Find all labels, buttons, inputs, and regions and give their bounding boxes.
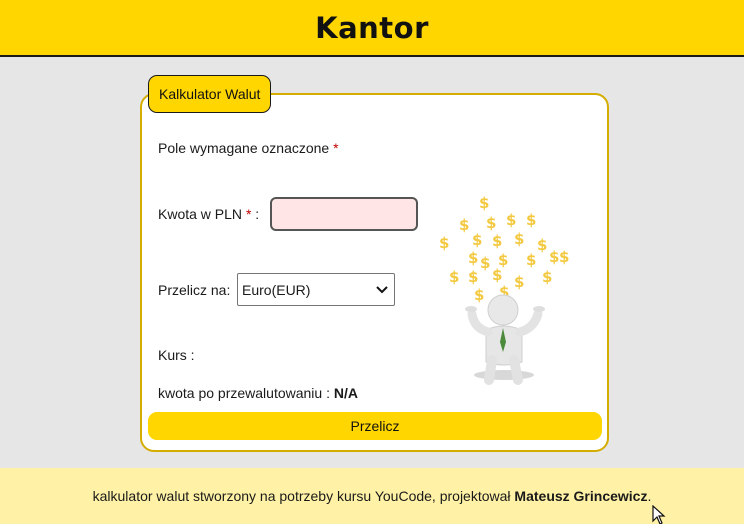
svg-text:$: $ xyxy=(492,232,502,250)
svg-text:$: $ xyxy=(526,211,536,229)
svg-text:$: $ xyxy=(486,214,496,232)
amount-pln-input[interactable] xyxy=(270,197,418,231)
svg-text:$: $ xyxy=(474,286,484,304)
stick-figure xyxy=(465,294,545,385)
svg-text:$: $ xyxy=(542,268,552,286)
svg-text:$: $ xyxy=(459,216,469,234)
svg-text:$: $ xyxy=(559,248,569,266)
svg-text:$: $ xyxy=(506,211,516,229)
result-row: kwota po przewalutowaniu : N/A xyxy=(158,385,358,401)
page-header: Kantor xyxy=(0,0,744,57)
svg-text:$: $ xyxy=(549,248,559,266)
svg-text:$: $ xyxy=(468,268,478,286)
svg-text:$: $ xyxy=(514,230,524,248)
currency-select-value: Euro(EUR) xyxy=(242,281,311,298)
svg-text:$: $ xyxy=(468,249,478,267)
calculator-legend: Kalkulator Walut xyxy=(148,75,272,113)
rate-label: Kurs : xyxy=(158,347,195,363)
svg-text:$: $ xyxy=(514,273,524,291)
amount-label: Kwota w PLN * : xyxy=(158,206,259,222)
svg-text:$: $ xyxy=(479,194,489,212)
required-note-text: Pole wymagane oznaczone xyxy=(158,140,330,156)
svg-text:$: $ xyxy=(526,251,536,269)
footer-end: . xyxy=(647,488,652,504)
convert-submit-button[interactable]: Przelicz xyxy=(148,412,602,440)
money-rain-illustration: $ $ $ $ $ $ $ $ $ $ $ $ $ $ $ $ $ $ $ $ … xyxy=(434,190,574,390)
svg-text:$: $ xyxy=(492,266,502,284)
required-asterisk: * xyxy=(333,140,339,156)
footer-text: kalkulator walut stworzony na potrzeby k… xyxy=(92,488,511,504)
page-footer: kalkulator walut stworzony na potrzeby k… xyxy=(0,468,744,524)
amount-label-text: Kwota w PLN xyxy=(158,206,243,222)
convert-label: Przelicz na: xyxy=(158,282,231,298)
result-value: N/A xyxy=(333,385,359,401)
amount-label-colon: : xyxy=(251,206,260,222)
footer-author: Mateusz Grincewicz xyxy=(514,488,648,504)
svg-text:$: $ xyxy=(537,236,547,254)
result-label: kwota po przewalutowaniu : xyxy=(158,385,330,401)
chevron-down-icon xyxy=(376,283,388,297)
currency-select[interactable]: Euro(EUR) xyxy=(237,273,395,306)
svg-text:$: $ xyxy=(449,268,459,286)
mouse-pointer-icon xyxy=(652,504,666,524)
svg-text:$: $ xyxy=(439,234,449,252)
svg-text:$: $ xyxy=(472,231,482,249)
svg-text:$: $ xyxy=(480,254,490,272)
page-title: Kantor xyxy=(315,10,429,45)
required-note: Pole wymagane oznaczone * xyxy=(158,140,339,156)
